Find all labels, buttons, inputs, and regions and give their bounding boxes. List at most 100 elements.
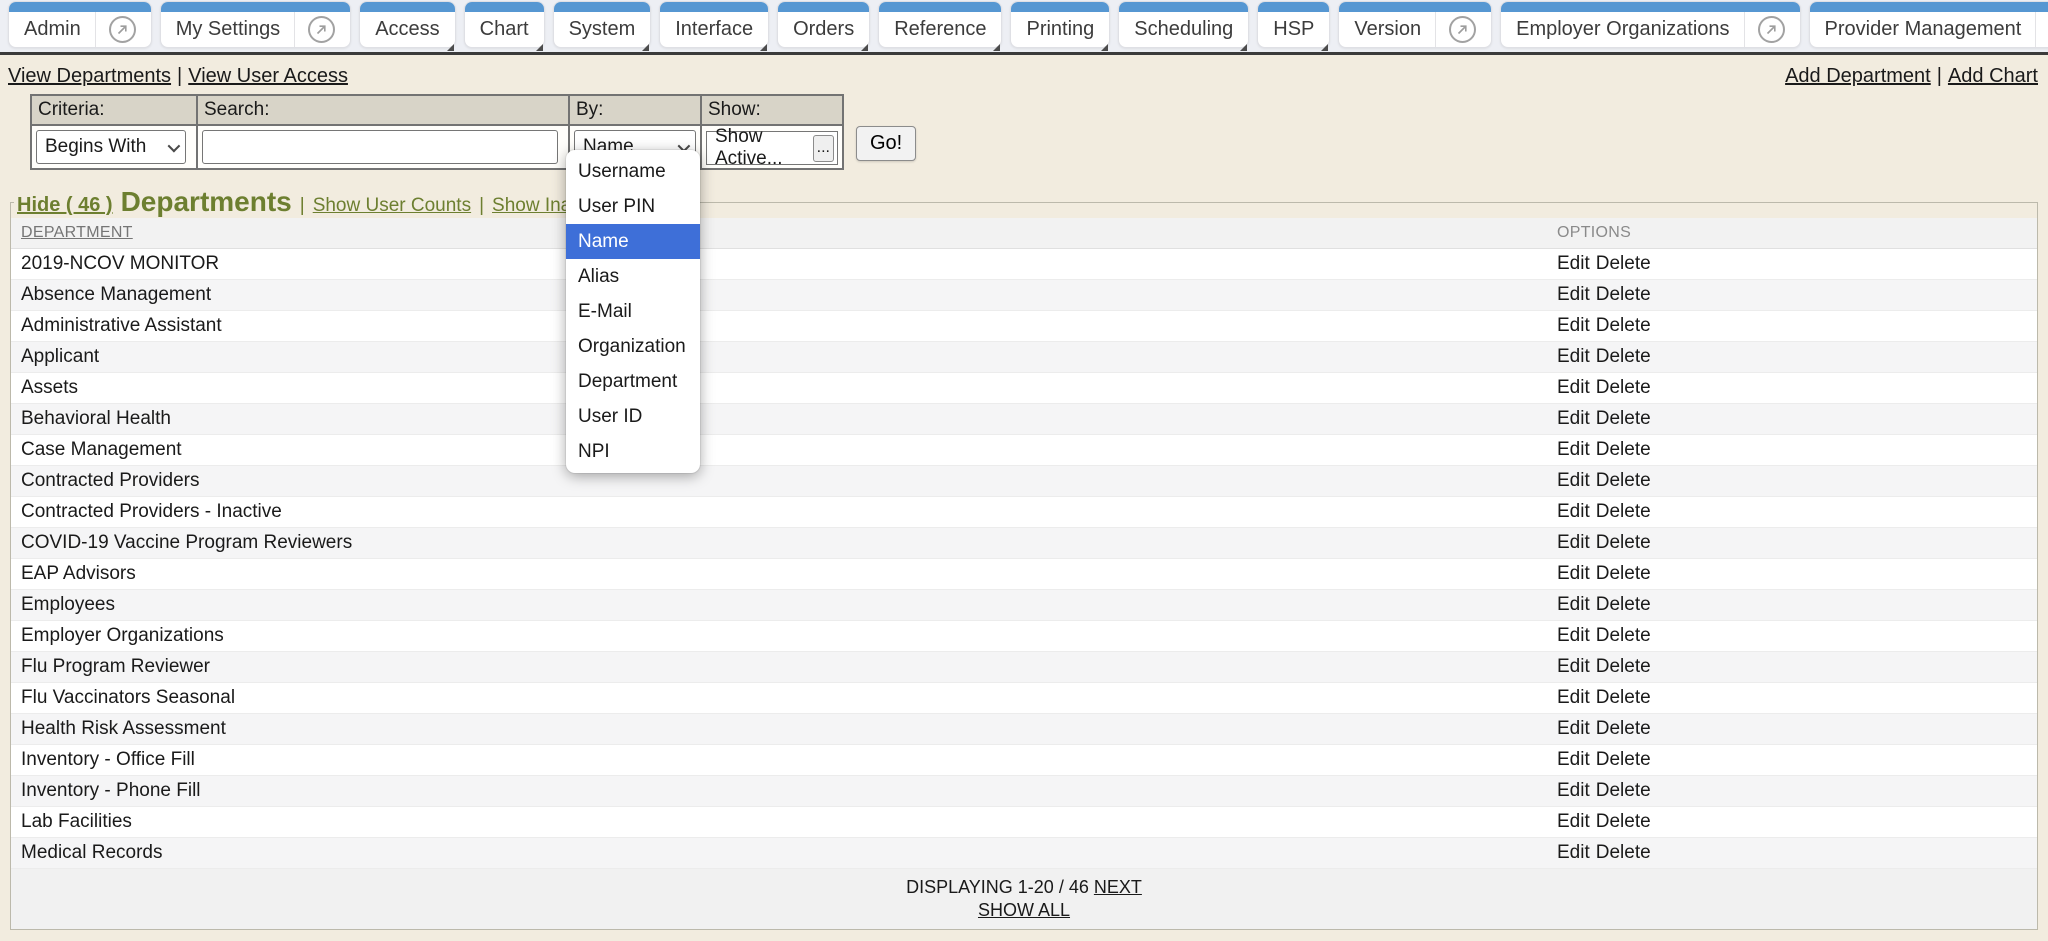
delete-link[interactable]: Delete	[1596, 315, 1651, 337]
next-page-link[interactable]: NEXT	[1094, 877, 1142, 897]
edit-link[interactable]: Edit	[1557, 687, 1590, 709]
external-link-icon[interactable]	[1758, 16, 1785, 43]
edit-link[interactable]: Edit	[1557, 439, 1590, 461]
view-user-access-link[interactable]: View User Access	[188, 65, 348, 87]
nav-tab-hsp[interactable]: HSP	[1257, 1, 1330, 48]
row-actions: Edit Delete	[1557, 687, 2037, 709]
by-option-user-pin[interactable]: User PIN	[566, 189, 700, 224]
edit-link[interactable]: Edit	[1557, 470, 1590, 492]
external-link-icon[interactable]	[308, 16, 335, 43]
departments-section: Hide ( 46 ) Departments | Show User Coun…	[10, 186, 2038, 930]
external-link-icon[interactable]	[109, 16, 136, 43]
tab-accent-bar	[1501, 2, 1799, 12]
delete-link[interactable]: Delete	[1596, 718, 1651, 740]
show-filter-more-button[interactable]: ...	[813, 135, 834, 162]
nav-tab-reference[interactable]: Reference	[878, 1, 1002, 48]
nav-tab-system[interactable]: System	[553, 1, 652, 48]
edit-link[interactable]: Edit	[1557, 780, 1590, 802]
external-link-icon[interactable]	[1449, 16, 1476, 43]
delete-link[interactable]: Delete	[1596, 687, 1651, 709]
nav-tab-provider-management[interactable]: Provider Management	[1809, 1, 2048, 48]
edit-link[interactable]: Edit	[1557, 749, 1590, 771]
table-row: Contracted Providers - InactiveEditDelet…	[11, 497, 2037, 528]
delete-link[interactable]: Delete	[1596, 749, 1651, 771]
tab-label: Chart	[480, 18, 529, 41]
edit-link[interactable]: Edit	[1557, 718, 1590, 740]
search-input[interactable]	[202, 130, 558, 164]
delete-link[interactable]: Delete	[1596, 594, 1651, 616]
tab-accent-bar	[660, 2, 768, 12]
criteria-select[interactable]: Begins With	[36, 130, 186, 164]
by-option-username[interactable]: Username	[566, 154, 700, 189]
edit-link[interactable]: Edit	[1557, 594, 1590, 616]
delete-link[interactable]: Delete	[1596, 439, 1651, 461]
delete-link[interactable]: Delete	[1596, 253, 1651, 275]
edit-link[interactable]: Edit	[1557, 284, 1590, 306]
by-option-npi[interactable]: NPI	[566, 434, 700, 469]
tab-accent-bar	[879, 2, 1001, 12]
by-option-user-id[interactable]: User ID	[566, 399, 700, 434]
by-option-name[interactable]: Name	[566, 224, 700, 259]
edit-link[interactable]: Edit	[1557, 501, 1590, 523]
department-name: Administrative Assistant	[11, 315, 1557, 337]
delete-link[interactable]: Delete	[1596, 470, 1651, 492]
show-filter[interactable]: Show Active... ...	[706, 131, 838, 165]
delete-link[interactable]: Delete	[1596, 408, 1651, 430]
edit-link[interactable]: Edit	[1557, 253, 1590, 275]
edit-link[interactable]: Edit	[1557, 625, 1590, 647]
hide-count-link[interactable]: Hide ( 46 )	[17, 194, 113, 217]
tab-accent-bar	[1119, 2, 1248, 12]
tab-label: Reference	[894, 18, 986, 41]
show-all-link[interactable]: SHOW ALL	[978, 900, 1070, 920]
department-name: Contracted Providers	[11, 470, 1557, 492]
add-chart-link[interactable]: Add Chart	[1948, 65, 2038, 87]
table-row: EmployeesEditDelete	[11, 590, 2037, 621]
nav-tab-my-settings[interactable]: My Settings	[160, 1, 351, 48]
nav-tab-interface[interactable]: Interface	[659, 1, 769, 48]
row-actions: Edit Delete	[1557, 284, 2037, 306]
nav-tab-access[interactable]: Access	[359, 1, 455, 48]
edit-link[interactable]: Edit	[1557, 811, 1590, 833]
nav-tab-admin[interactable]: Admin	[8, 1, 152, 48]
department-table: 2019-NCOV MONITOREditDeleteAbsence Manag…	[11, 249, 2037, 869]
edit-link[interactable]: Edit	[1557, 532, 1590, 554]
delete-link[interactable]: Delete	[1596, 842, 1651, 864]
department-name: Applicant	[11, 346, 1557, 368]
edit-link[interactable]: Edit	[1557, 377, 1590, 399]
view-departments-link[interactable]: View Departments	[8, 65, 171, 87]
edit-link[interactable]: Edit	[1557, 656, 1590, 678]
nav-tab-orders[interactable]: Orders	[777, 1, 870, 48]
edit-link[interactable]: Edit	[1557, 315, 1590, 337]
edit-link[interactable]: Edit	[1557, 346, 1590, 368]
delete-link[interactable]: Delete	[1596, 563, 1651, 585]
delete-link[interactable]: Delete	[1596, 532, 1651, 554]
table-row: EAP AdvisorsEditDelete	[11, 559, 2037, 590]
show-user-counts-link[interactable]: Show User Counts	[313, 195, 471, 217]
delete-link[interactable]: Delete	[1596, 284, 1651, 306]
delete-link[interactable]: Delete	[1596, 346, 1651, 368]
nav-tab-version[interactable]: Version	[1338, 1, 1492, 48]
edit-link[interactable]: Edit	[1557, 408, 1590, 430]
delete-link[interactable]: Delete	[1596, 377, 1651, 399]
nav-tab-employer-organizations[interactable]: Employer Organizations	[1500, 1, 1800, 48]
delete-link[interactable]: Delete	[1596, 656, 1651, 678]
edit-link[interactable]: Edit	[1557, 563, 1590, 585]
delete-link[interactable]: Delete	[1596, 780, 1651, 802]
add-department-link[interactable]: Add Department	[1785, 65, 1931, 87]
search-label: Search:	[197, 95, 569, 125]
delete-link[interactable]: Delete	[1596, 501, 1651, 523]
go-button[interactable]: Go!	[856, 126, 916, 161]
show-filter-value: Show Active...	[715, 126, 808, 170]
by-option-e-mail[interactable]: E-Mail	[566, 294, 700, 329]
by-option-department[interactable]: Department	[566, 364, 700, 399]
by-option-organization[interactable]: Organization	[566, 329, 700, 364]
nav-tab-scheduling[interactable]: Scheduling	[1118, 1, 1249, 48]
nav-tab-chart[interactable]: Chart	[464, 1, 545, 48]
edit-link[interactable]: Edit	[1557, 842, 1590, 864]
delete-link[interactable]: Delete	[1596, 811, 1651, 833]
delete-link[interactable]: Delete	[1596, 625, 1651, 647]
nav-tab-printing[interactable]: Printing	[1010, 1, 1110, 48]
department-name: Absence Management	[11, 284, 1557, 306]
column-header-department[interactable]: DEPARTMENT	[11, 224, 1557, 242]
by-option-alias[interactable]: Alias	[566, 259, 700, 294]
